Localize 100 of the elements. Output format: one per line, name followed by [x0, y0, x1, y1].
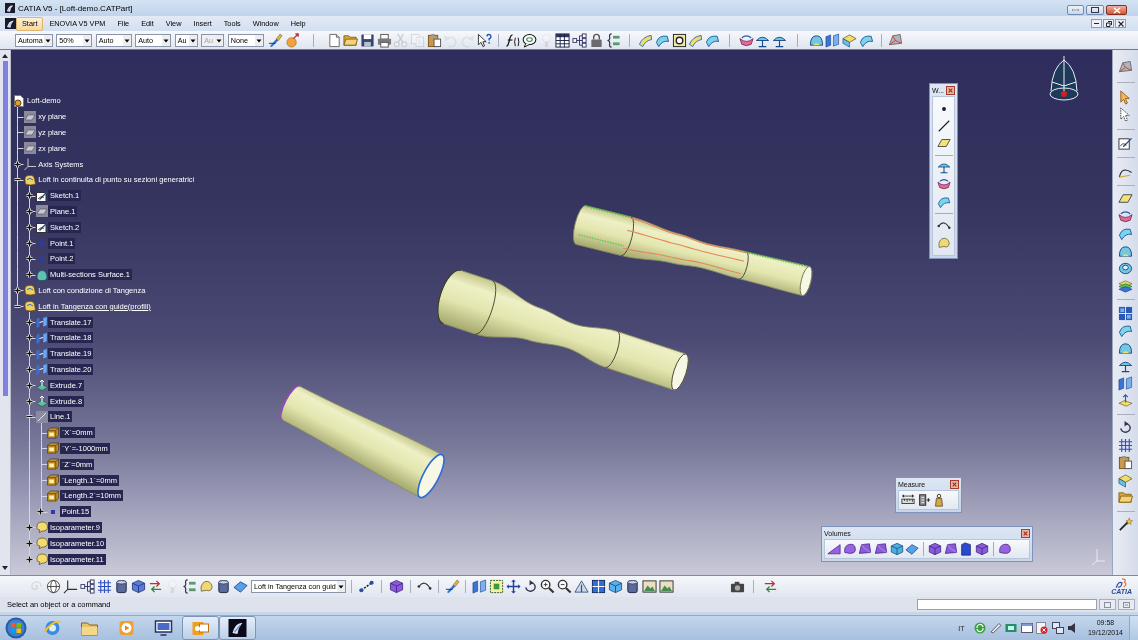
viewport[interactable]	[11, 50, 1112, 575]
arrow-down-icon[interactable]	[2, 566, 8, 570]
curved-sheet-icon[interactable]	[638, 32, 654, 48]
cube-icon[interactable]	[975, 542, 990, 556]
brace-list-icon[interactable]	[605, 32, 621, 48]
save-icon[interactable]	[359, 32, 375, 48]
plus-icon[interactable]	[24, 333, 34, 343]
grid-icon[interactable]	[96, 579, 112, 594]
close-icon[interactable]	[1021, 529, 1030, 538]
function-curve-icon[interactable]	[505, 32, 521, 48]
plus-icon[interactable]	[24, 317, 34, 327]
circle-square-icon[interactable]	[671, 32, 687, 48]
card-icon[interactable]	[1005, 622, 1018, 634]
folder-icon[interactable]	[343, 32, 359, 48]
bowl-icon[interactable]	[738, 32, 754, 48]
zoom-in-icon[interactable]	[539, 579, 555, 594]
umbrella-icon[interactable]	[936, 160, 951, 175]
zoom-out-icon[interactable]	[556, 579, 572, 594]
cube-icon[interactable]	[889, 542, 904, 556]
command-button[interactable]	[1118, 599, 1135, 610]
sphere-arrow-icon[interactable]	[284, 32, 300, 48]
dotted-line-icon[interactable]	[358, 579, 374, 594]
command-button[interactable]	[1099, 599, 1116, 610]
node-graph-icon[interactable]	[572, 32, 588, 48]
plus-icon[interactable]	[24, 191, 34, 201]
curved-sheet-icon[interactable]	[688, 32, 704, 48]
shaded-shape-icon[interactable]	[888, 32, 904, 48]
swap-arrows-icon[interactable]	[147, 579, 163, 594]
plus-icon[interactable]	[24, 349, 34, 359]
folded-sheet-icon[interactable]	[1118, 472, 1133, 488]
plus-icon[interactable]	[24, 222, 34, 232]
node-graph-icon[interactable]	[79, 579, 95, 594]
line-icon[interactable]	[936, 118, 951, 133]
curved-sheet-icon[interactable]	[704, 32, 720, 48]
paintbrush-icon[interactable]	[268, 32, 284, 48]
plus-icon[interactable]	[24, 206, 34, 216]
lock-icon[interactable]	[588, 32, 604, 48]
close-button[interactable]	[1106, 5, 1127, 15]
axis-icon[interactable]	[62, 579, 78, 594]
folder-icon[interactable]	[1118, 490, 1133, 505]
gauge-block-icon[interactable]	[916, 493, 931, 507]
twin-sheets-icon[interactable]	[471, 579, 487, 594]
cube-icon[interactable]	[130, 579, 146, 594]
rotate-icon[interactable]	[522, 579, 538, 594]
curved-sheet-icon[interactable]	[654, 32, 670, 48]
move-arrows-icon[interactable]	[505, 579, 521, 594]
blob-icon[interactable]	[997, 542, 1012, 556]
scrollbar[interactable]	[0, 50, 11, 575]
block-icon[interactable]	[959, 542, 974, 556]
triangle-arrow-icon[interactable]	[573, 579, 589, 594]
sketch-icon[interactable]	[1118, 136, 1133, 151]
command-field[interactable]	[917, 599, 1097, 610]
printer-icon[interactable]	[376, 32, 392, 48]
swap-arrows-icon[interactable]	[762, 579, 778, 594]
twin-sheets-icon[interactable]	[1118, 375, 1133, 391]
solid-icon[interactable]	[943, 542, 958, 556]
magic-wand-icon[interactable]	[1118, 517, 1133, 532]
plus-icon[interactable]	[24, 396, 34, 406]
curved-sheet-icon[interactable]	[1118, 226, 1133, 241]
picture-icon[interactable]	[658, 579, 674, 594]
four-panes-icon[interactable]	[590, 579, 606, 594]
camera-icon[interactable]	[729, 579, 745, 594]
app-logo-icon[interactable]	[5, 18, 16, 29]
brace-list-icon[interactable]	[181, 579, 197, 594]
fit-all-icon[interactable]	[488, 579, 504, 594]
close-button[interactable]	[1115, 19, 1126, 28]
dome-icon[interactable]	[1118, 243, 1133, 259]
plus-icon[interactable]	[24, 522, 34, 532]
tiles-icon[interactable]	[1118, 305, 1133, 321]
cube-icon[interactable]	[927, 542, 942, 556]
sheet-arrow-icon[interactable]	[1118, 393, 1133, 408]
solid-icon[interactable]	[873, 542, 888, 556]
cube-icon[interactable]	[607, 579, 623, 594]
pen-icon[interactable]	[989, 622, 1002, 634]
speech-bubble-icon[interactable]	[522, 32, 538, 48]
network-icon[interactable]	[1051, 622, 1064, 634]
paintbrush-icon[interactable]	[444, 579, 460, 594]
window-icon[interactable]	[1020, 622, 1033, 634]
paste-icon[interactable]	[1118, 455, 1133, 470]
restore-button[interactable]	[1103, 19, 1114, 28]
plus-icon[interactable]	[36, 507, 46, 517]
new-document-icon[interactable]	[326, 32, 342, 48]
plus-icon[interactable]	[24, 270, 34, 280]
dome-icon[interactable]	[1118, 340, 1133, 356]
minimize-button[interactable]	[1091, 19, 1102, 28]
app-icon[interactable]	[218, 616, 256, 640]
plus-icon[interactable]	[24, 238, 34, 248]
plus-icon[interactable]	[24, 254, 34, 264]
rotate-icon[interactable]	[1118, 420, 1133, 435]
curved-sheet-icon[interactable]	[858, 32, 874, 48]
close-icon[interactable]	[950, 480, 959, 489]
bowl-icon[interactable]	[1118, 208, 1133, 224]
dotted-arrow-icon[interactable]	[1118, 107, 1133, 122]
cylinder-icon[interactable]	[113, 579, 129, 594]
plane-icon[interactable]	[1118, 191, 1133, 206]
diamond-icon[interactable]	[232, 579, 248, 594]
arrow-up-icon[interactable]	[2, 54, 8, 58]
plus-icon[interactable]	[24, 364, 34, 374]
plus-icon[interactable]	[12, 285, 22, 295]
plus-icon[interactable]	[24, 554, 34, 564]
